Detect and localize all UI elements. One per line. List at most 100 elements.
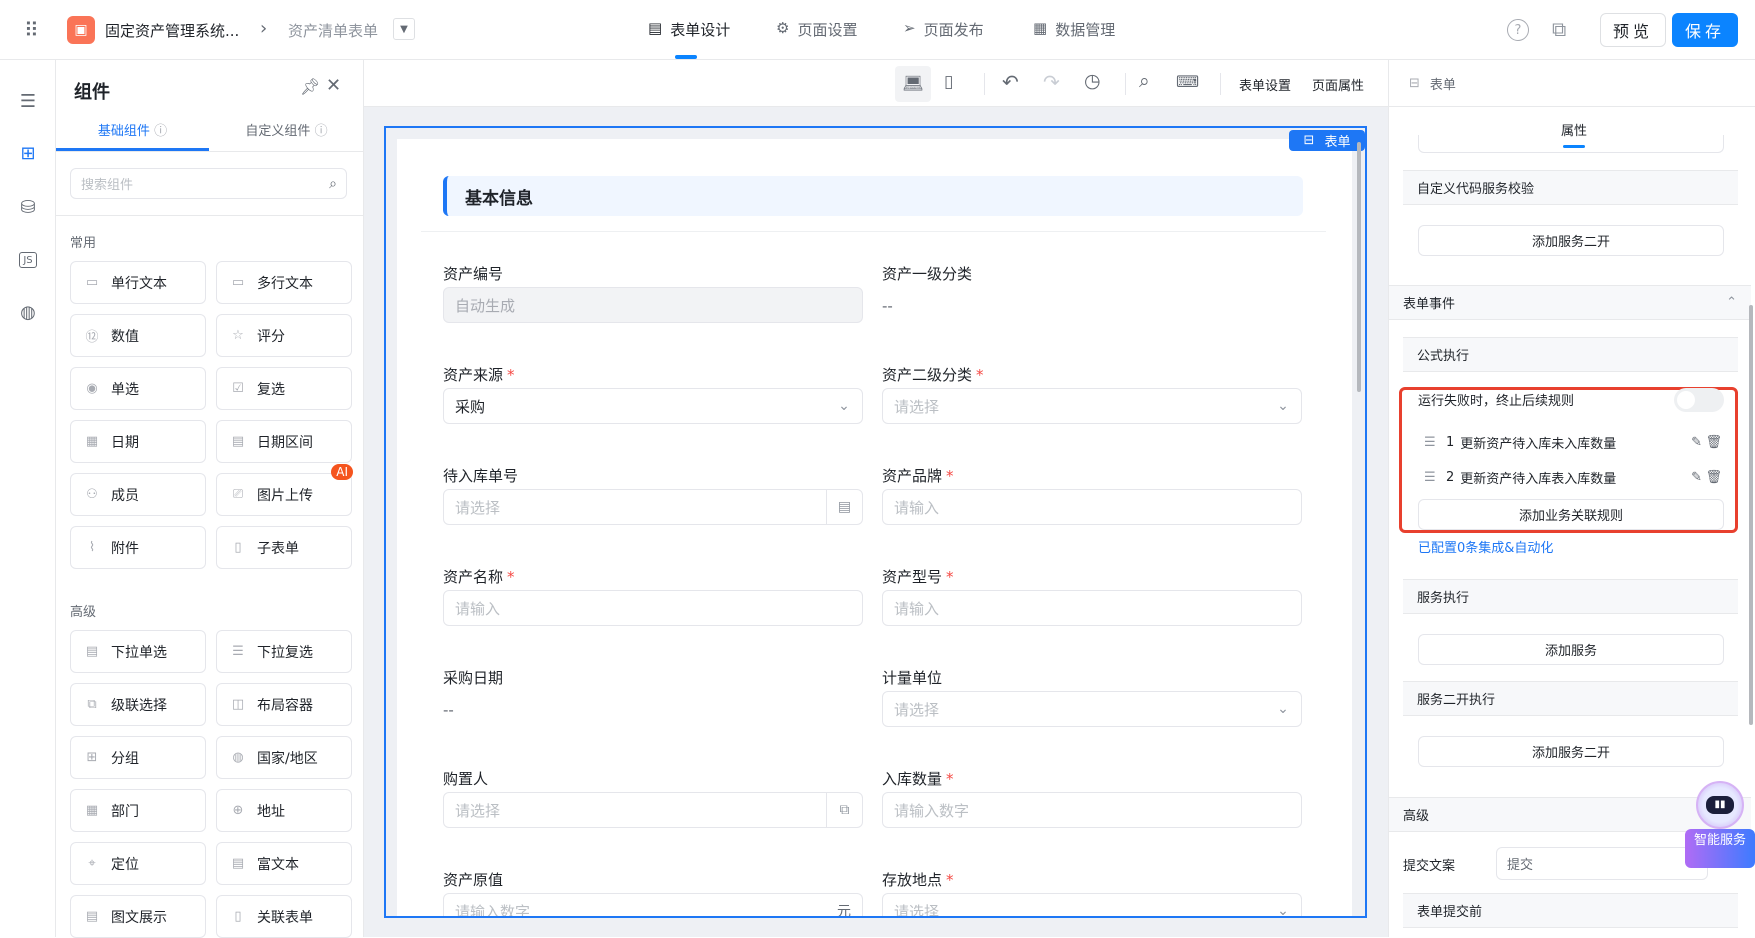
drag-handle-icon[interactable]: ☰ <box>1424 470 1446 485</box>
add-rule-button[interactable]: 添加业务关联规则 <box>1418 499 1724 530</box>
panel-header: ⊟ 表单 <box>1389 60 1755 107</box>
chevron-down-icon[interactable]: ⌄ <box>1265 894 1301 916</box>
component-item[interactable]: ▭ 多行文本 <box>216 261 352 304</box>
assistant-button[interactable]: 智能服务 <box>1685 829 1755 868</box>
component-item[interactable]: ▯ 子表单 <box>216 526 352 569</box>
field-input[interactable]: 请选择 ▤ <box>443 489 863 525</box>
add-service-button[interactable]: 添加服务 <box>1418 634 1724 665</box>
field-input[interactable]: 采购 ⌄ <box>443 388 863 424</box>
submit-text-input[interactable]: 提交 <box>1496 847 1708 880</box>
field-input[interactable]: 请输入 <box>443 590 863 626</box>
tab-nav-3[interactable]: ▦ 数据管理 <box>1033 19 1115 40</box>
document-picker-icon[interactable]: ▤ <box>826 490 862 524</box>
rule-item[interactable]: ☰ 1 更新资产待入库未入库数量 ✎ 🗑︎ <box>1424 430 1724 454</box>
stop-on-fail-toggle[interactable] <box>1674 388 1724 412</box>
component-item[interactable]: ▦ 部门 <box>70 789 206 832</box>
chevron-down-icon[interactable]: ⌄ <box>1265 692 1301 726</box>
drag-handle-icon[interactable]: ☰ <box>1424 435 1446 450</box>
search-icon[interactable]: ⌕ <box>1139 70 1150 92</box>
component-item[interactable]: ▤ 富文本 <box>216 842 352 885</box>
field-input[interactable]: 请输入 <box>882 590 1302 626</box>
component-item[interactable]: ⧉ 级联选择 <box>70 683 206 726</box>
add-service-dev-button[interactable]: 添加服务二开 <box>1418 225 1724 256</box>
field-input[interactable]: 请输入 <box>882 489 1302 525</box>
js-icon[interactable]: JS <box>19 252 37 268</box>
tab-nav-2[interactable]: ➢ 页面发布 <box>903 19 984 40</box>
trash-icon[interactable]: 🗑︎ <box>1705 470 1722 485</box>
help-icon[interactable]: ? <box>1507 19 1529 41</box>
assistant-avatar[interactable]: ▮▮ <box>1696 781 1744 829</box>
mobile-view-icon[interactable]: ▯ <box>944 72 953 92</box>
component-item[interactable]: ▤ 图文展示 <box>70 895 206 938</box>
undo-icon[interactable]: ↶ <box>1002 70 1019 94</box>
apps-grid-icon[interactable]: ⠿ <box>24 18 39 42</box>
component-item[interactable]: ☰ 下拉复选 <box>216 630 352 673</box>
chevron-down-icon[interactable]: ⌄ <box>826 389 862 423</box>
component-item[interactable]: ▤ 日期区间 <box>216 420 352 463</box>
breadcrumb-current[interactable]: 资产清单表单 <box>288 20 378 41</box>
pin-icon[interactable]: 📌︎ <box>300 77 320 96</box>
chevron-down-icon[interactable]: ⌄ <box>1265 389 1301 423</box>
desktop-view-icon[interactable]: 💻︎ <box>895 66 931 102</box>
outline-icon[interactable]: ☰ <box>16 89 40 113</box>
section-header[interactable]: 基本信息 <box>443 176 1303 216</box>
component-item[interactable]: ▭ 单行文本 <box>70 261 206 304</box>
component-item[interactable]: ⌇ 附件 <box>70 526 206 569</box>
preview-button[interactable]: 预览 <box>1600 13 1666 47</box>
tab-nav-0[interactable]: ▤ 表单设计 <box>648 19 730 40</box>
tab-nav-1[interactable]: ⚙ 页面设置 <box>776 19 857 40</box>
field-input[interactable]: 请选择 ⌄ <box>882 388 1302 424</box>
field-input[interactable]: 自动生成 <box>443 287 863 323</box>
component-item[interactable]: ⑫ 数值 <box>70 314 206 357</box>
field-input[interactable]: 请选择 ⧉ <box>443 792 863 828</box>
edit-icon[interactable]: ✎ <box>1691 470 1702 485</box>
component-item[interactable]: ☑ 复选 <box>216 367 352 410</box>
keyboard-icon[interactable]: ⌨ <box>1176 72 1199 91</box>
help-icon[interactable]: ⓘ <box>315 124 328 139</box>
component-item[interactable]: ⊞ 分组 <box>70 736 206 779</box>
search-input[interactable]: 搜索组件 ⌕ <box>70 168 347 199</box>
tab-basic-components[interactable]: 基础组件 ⓘ <box>56 120 209 151</box>
component-item[interactable]: ▤ 下拉单选 <box>70 630 206 673</box>
scrollbar[interactable] <box>1357 142 1361 392</box>
field-input[interactable]: 请选择 ⌄ <box>882 893 1302 916</box>
external-link-icon[interactable]: ⧉ <box>1552 17 1566 41</box>
tab-custom-components[interactable]: 自定义组件 ⓘ <box>209 120 364 151</box>
rule-item[interactable]: ☰ 2 更新资产待入库表入库数量 ✎ 🗑︎ <box>1424 465 1724 489</box>
chevron-up-icon[interactable]: ⌃ <box>1726 295 1737 310</box>
history-icon[interactable]: ◷ <box>1084 70 1101 92</box>
field-input[interactable]: 请输入数字 <box>882 792 1302 828</box>
database-icon[interactable]: ⛁ <box>16 195 40 219</box>
component-item[interactable]: ▦ 日期 <box>70 420 206 463</box>
edit-icon[interactable]: ✎ <box>1691 435 1702 450</box>
component-item[interactable]: ◉ 单选 <box>70 367 206 410</box>
copy-picker-icon[interactable]: ⧉ <box>826 793 862 827</box>
trash-icon[interactable]: 🗑︎ <box>1705 435 1722 450</box>
page-props-button[interactable]: 页面属性 <box>1312 75 1364 94</box>
component-item[interactable]: ⚇ 成员 <box>70 473 206 516</box>
components-icon[interactable]: ⊞ <box>16 141 40 165</box>
caret-down-icon[interactable]: ▼ <box>393 18 415 40</box>
redo-icon[interactable]: ↷ <box>1043 70 1060 94</box>
component-item[interactable]: ◫ 布局容器 <box>216 683 352 726</box>
component-item[interactable]: ⎚ 图片上传 AI <box>216 464 353 516</box>
component-item[interactable]: ☆ 评分 <box>216 314 352 357</box>
form-settings-button[interactable]: 表单设置 <box>1239 75 1291 94</box>
field-input[interactable]: 请输入数字 元 <box>443 893 863 916</box>
scrollbar[interactable] <box>1749 305 1753 725</box>
search-icon[interactable]: ⌕ <box>329 176 337 192</box>
component-item[interactable]: ⊕ 地址 <box>216 789 352 832</box>
integration-link[interactable]: 已配置0条集成&自动化 <box>1418 537 1553 556</box>
component-item[interactable]: ⌖ 定位 <box>70 842 206 885</box>
component-item[interactable]: ▯ 关联表单 <box>216 895 352 938</box>
globe-icon[interactable]: ◍ <box>16 300 40 324</box>
form-frame[interactable]: 基本信息 资产编号 自动生成 资产来源 * 采购 ⌄ 待入库单号 请选择 ▤ 资产名称 * 请输入 采购… <box>384 126 1367 918</box>
help-icon[interactable]: ⓘ <box>154 124 167 139</box>
add-service-dev-button[interactable]: 添加服务二开 <box>1418 736 1724 767</box>
save-button[interactable]: 保存 <box>1672 13 1738 47</box>
section-form-events[interactable]: 表单事件 ⌃ <box>1389 285 1751 320</box>
component-item[interactable]: ◍ 国家/地区 <box>216 736 352 779</box>
field-input[interactable]: 请选择 ⌄ <box>882 691 1302 727</box>
close-icon[interactable]: ✕ <box>326 75 341 96</box>
app-title[interactable]: 固定资产管理系统... <box>105 20 239 41</box>
